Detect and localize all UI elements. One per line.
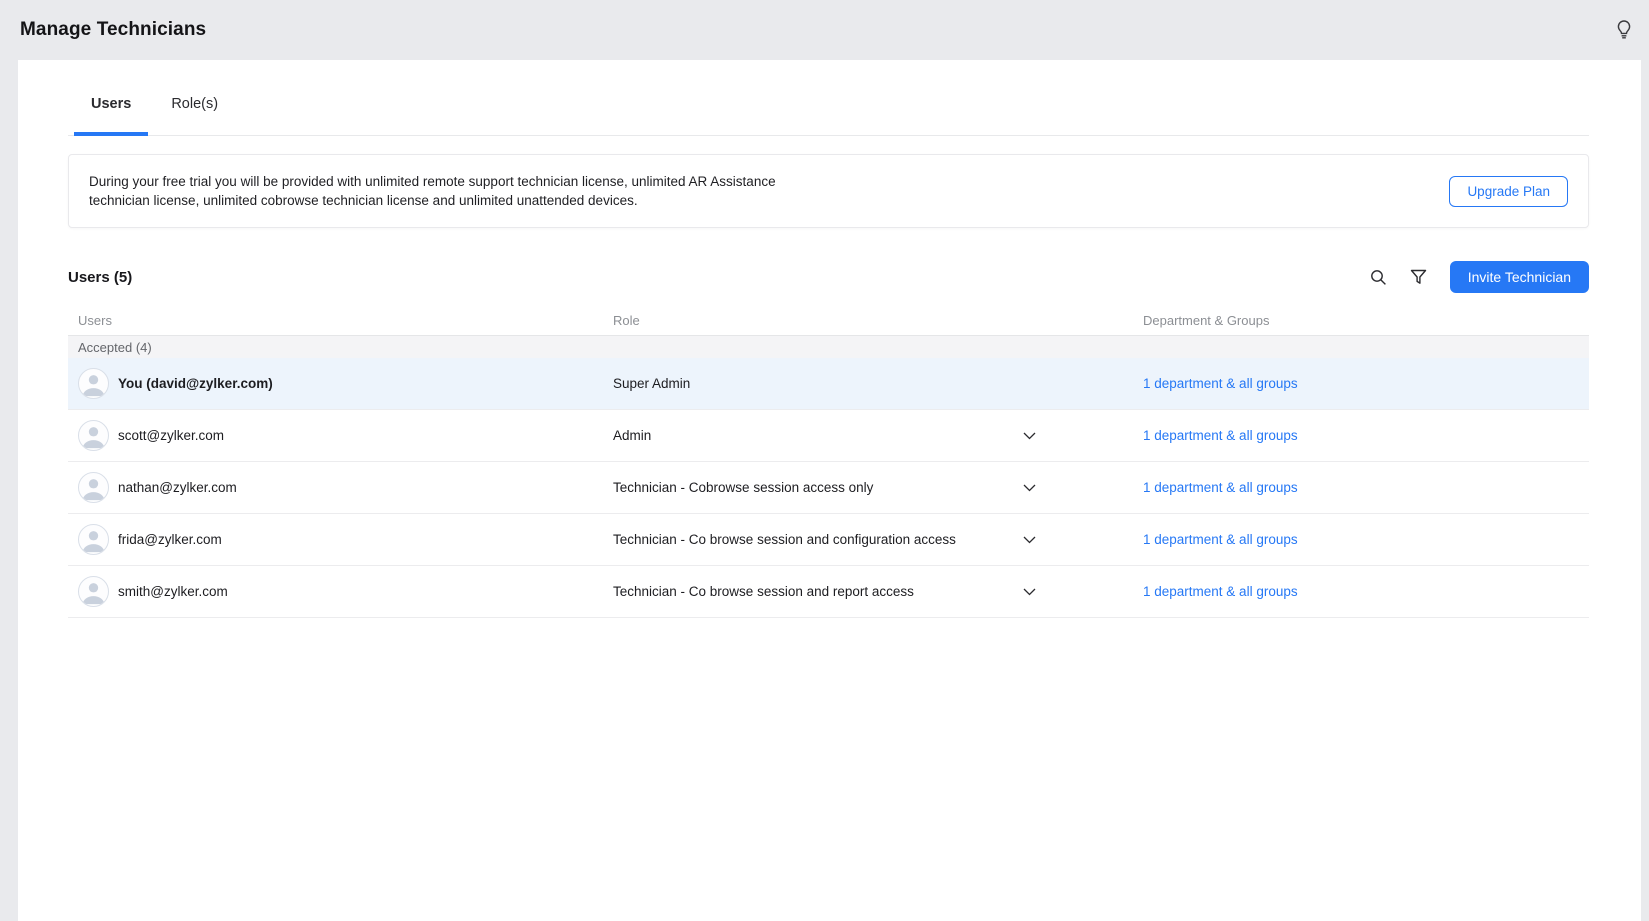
chevron-down-icon[interactable] [1021,428,1037,444]
dept-groups-link[interactable]: 1 department & all groups [1143,376,1298,391]
users-table: Users Role Department & Groups Accepted … [68,305,1589,618]
user-cell: You (david@zylker.com) [68,368,613,399]
column-header-users: Users [78,312,112,328]
table-header-row: Users Role Department & Groups [68,305,1589,335]
user-name: scott@zylker.com [118,428,224,443]
tab-bar: Users Role(s) [68,60,1589,136]
table-row[interactable]: nathan@zylker.com Technician - Cobrowse … [68,462,1589,514]
tab-roles[interactable]: Role(s) [154,86,235,136]
user-name: You (david@zylker.com) [118,376,273,391]
user-cell: frida@zylker.com [68,524,613,555]
table-row[interactable]: frida@zylker.com Technician - Co browse … [68,514,1589,566]
trial-banner-text: During your free trial you will be provi… [89,174,776,208]
role-cell: Technician - Co browse session and confi… [613,532,1143,547]
chevron-down-icon[interactable] [1021,532,1037,548]
dept-groups-link[interactable]: 1 department & all groups [1143,584,1298,599]
user-name: nathan@zylker.com [118,480,237,495]
column-header-dept: Department & Groups [1143,312,1270,328]
dept-groups-link[interactable]: 1 department & all groups [1143,428,1298,443]
tab-users[interactable]: Users [74,86,149,136]
role-cell: Super Admin [613,376,691,391]
search-icon[interactable] [1366,264,1392,290]
user-cell: scott@zylker.com [68,420,613,451]
users-count-title: Users (5) [68,268,133,286]
section-actions: Invite Technician [1366,261,1589,293]
table-row[interactable]: scott@zylker.com Admin 1 department & al… [68,410,1589,462]
filter-icon[interactable] [1406,264,1432,290]
lightbulb-icon[interactable] [1613,19,1635,41]
main-panel: Users Role(s) During your free trial you… [18,60,1641,921]
role-cell: Technician - Cobrowse session access onl… [613,480,1143,495]
trial-banner: During your free trial you will be provi… [68,154,1589,228]
table-row[interactable]: You (david@zylker.com) Super Admin 1 dep… [68,358,1589,410]
user-name: frida@zylker.com [118,532,222,547]
dept-groups-link[interactable]: 1 department & all groups [1143,480,1298,495]
avatar [78,420,109,451]
role-cell: Admin [613,428,1143,443]
user-cell: nathan@zylker.com [68,472,613,503]
chevron-down-icon[interactable] [1021,584,1037,600]
avatar [78,576,109,607]
role-cell: Technician - Co browse session and repor… [613,584,1143,599]
table-row[interactable]: smith@zylker.com Technician - Co browse … [68,566,1589,618]
group-header-accepted: Accepted (4) [68,335,1589,358]
top-bar: Manage Technicians [0,0,1649,60]
users-section-header: Users (5) Invite Technician [68,261,1589,293]
avatar [78,472,109,503]
dept-groups-link[interactable]: 1 department & all groups [1143,532,1298,547]
user-cell: smith@zylker.com [68,576,613,607]
user-name: smith@zylker.com [118,584,228,599]
upgrade-plan-button[interactable]: Upgrade Plan [1449,175,1568,207]
avatar [78,368,109,399]
invite-technician-button[interactable]: Invite Technician [1449,261,1589,293]
chevron-down-icon[interactable] [1021,480,1037,496]
column-header-role: Role [613,312,640,328]
avatar [78,524,109,555]
page-title: Manage Technicians [20,19,207,40]
